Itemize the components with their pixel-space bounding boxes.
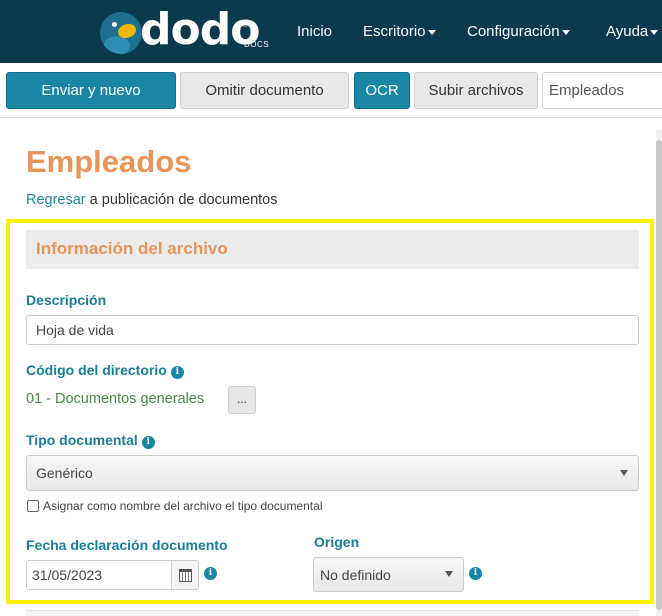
action-toolbar: Enviar y nuevo Omitir documento OCR Subi… <box>0 63 662 118</box>
top-navbar: dodo ® DOCS Inicio Escritorio Configurac… <box>0 0 662 63</box>
calendar-icon <box>179 569 192 582</box>
back-text: a publicación de documentos <box>85 192 278 208</box>
logo-registered-mark: ® <box>242 20 248 29</box>
upload-files-button[interactable]: Subir archivos <box>414 72 538 109</box>
assign-name-checkbox[interactable] <box>27 500 39 512</box>
logo-subtext: DOCS <box>244 40 270 49</box>
next-panel-edge <box>26 610 639 616</box>
vertical-scrollbar[interactable] <box>656 130 662 616</box>
chevron-down-icon <box>561 29 570 35</box>
info-icon[interactable]: i <box>170 366 184 379</box>
back-breadcrumb: Regresar a publicación de documentos <box>26 192 278 208</box>
scrollbar-thumb[interactable] <box>656 140 662 610</box>
document-type-select[interactable]: Genérico <box>26 455 639 491</box>
chevron-down-icon <box>650 29 659 35</box>
calendar-button[interactable] <box>171 560 199 590</box>
declaration-date-input[interactable]: 31/05/2023 <box>26 560 172 590</box>
info-icon[interactable]: i <box>141 436 155 449</box>
info-icon[interactable]: i <box>204 567 217 580</box>
nav-configuracion[interactable]: Configuración <box>467 23 570 40</box>
page-title: Empleados <box>26 144 192 179</box>
chevron-down-icon <box>427 29 436 35</box>
panel-title: Información del archivo <box>36 239 228 258</box>
dropdown-arrow-icon <box>445 571 453 577</box>
origin-value: No definido <box>320 567 391 583</box>
origin-label: Origen <box>314 534 360 550</box>
document-type-label: Tipo documental i <box>26 432 155 449</box>
nav-ayuda[interactable]: Ayuda <box>606 23 659 40</box>
assign-name-checkbox-label: Asignar como nombre del archivo el tipo … <box>43 499 323 513</box>
back-link[interactable]: Regresar <box>26 192 86 208</box>
description-label: Descripción <box>26 292 107 308</box>
send-and-new-button[interactable]: Enviar y nuevo <box>6 72 176 109</box>
directory-value: 01 - Documentos generales <box>26 391 205 407</box>
info-icon[interactable]: i <box>469 567 482 580</box>
directory-picker-button[interactable]: ... <box>228 386 256 414</box>
file-info-panel-header: Información del archivo <box>26 230 639 269</box>
ocr-button[interactable]: OCR <box>354 72 410 109</box>
dodo-bird-icon <box>100 12 142 54</box>
description-input[interactable]: Hoja de vida <box>26 315 639 345</box>
nav-inicio[interactable]: Inicio <box>297 23 332 40</box>
skip-document-button[interactable]: Omitir documento <box>180 72 349 109</box>
declaration-date-label: Fecha declaración documento <box>26 537 228 553</box>
document-type-value: Genérico <box>36 465 93 481</box>
dropdown-arrow-icon <box>620 470 628 476</box>
directory-code-label: Código del directorio i <box>26 362 184 379</box>
category-select[interactable]: Empleados <box>542 72 662 109</box>
logo-text: dodo <box>140 4 260 55</box>
origin-select[interactable]: No definido <box>313 557 464 592</box>
nav-escritorio[interactable]: Escritorio <box>363 23 436 40</box>
assign-name-option[interactable]: Asignar como nombre del archivo el tipo … <box>27 499 322 513</box>
dodo-docs-logo[interactable]: dodo ® DOCS <box>100 4 270 56</box>
